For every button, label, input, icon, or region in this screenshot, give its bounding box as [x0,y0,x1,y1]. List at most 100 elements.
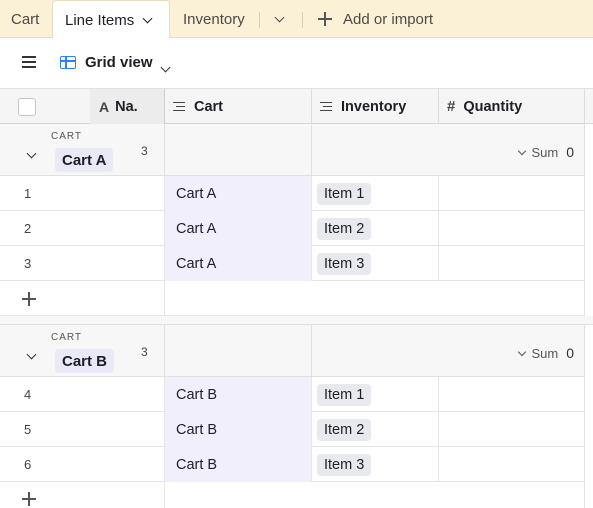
cart-value: Cart B [176,386,218,403]
group-value: Cart A [55,148,114,172]
table-row[interactable]: 1 Cart A Item 1 [0,176,585,211]
group-value: Cart B [55,349,115,373]
select-all-checkbox[interactable] [18,98,36,116]
linked-record-chip[interactable]: Item 2 [317,418,372,441]
name-cell[interactable] [0,176,165,211]
linked-record-chip[interactable]: Item 3 [317,453,372,476]
table-tab-bar: Cart Line Items Inventory Add or import [0,0,593,39]
column-header-inventory[interactable]: Inventory [312,89,439,124]
cart-cell[interactable]: Cart A [165,176,312,211]
column-header-quantity[interactable]: # Quantity [439,89,585,124]
chevron-down-icon[interactable] [26,148,37,159]
chevron-down-icon[interactable] [26,349,37,360]
name-cell[interactable] [0,412,165,447]
chevron-down-icon [518,146,527,155]
quantity-cell[interactable] [439,447,585,482]
cart-cell[interactable]: Cart B [165,412,312,447]
group-field-name: CART [51,332,83,343]
add-or-import-label: Add or import [343,10,434,28]
linked-record-icon [173,101,187,113]
group-summary-label: Sum [531,345,559,361]
linked-record-icon [320,101,334,113]
view-switcher [160,58,171,74]
tab-line-items[interactable]: Line Items [52,0,170,39]
grid-view-icon [60,56,76,69]
inventory-cell[interactable]: Item 1 [312,176,439,211]
cart-value: Cart A [176,255,217,272]
cart-value: Cart A [176,185,217,202]
view-bar: Grid view [0,38,593,89]
tab-divider [259,12,260,28]
tab-divider [302,12,303,28]
name-cell[interactable] [0,246,165,281]
add-record-row[interactable] [0,482,585,508]
quantity-cell[interactable] [439,211,585,246]
column-header-name[interactable]: A Na. [90,89,165,124]
inventory-cell[interactable]: Item 2 [312,211,439,246]
table-row[interactable]: 3 Cart A Item 3 [0,246,585,281]
linked-record-chip[interactable]: Item 1 [317,383,372,406]
linked-record-chip[interactable]: Item 2 [317,217,372,240]
cart-cell[interactable]: Cart B [165,377,312,412]
table-row[interactable]: 6 Cart B Item 3 [0,447,585,482]
name-cell[interactable] [0,447,165,482]
cart-cell[interactable]: Cart A [165,246,312,281]
inventory-cell[interactable]: Item 3 [312,246,439,281]
tab-line-items-label: Line Items [65,11,135,29]
group-record-count: 3 [141,345,148,359]
tab-inventory-label: Inventory [183,10,245,28]
name-cell[interactable] [0,377,165,412]
group-collapse-toggle [26,345,37,361]
quantity-cell[interactable] [439,176,585,211]
cart-value: Cart A [176,220,217,237]
chevron-down-icon[interactable] [274,12,285,22]
tab-cart-label: Cart [11,10,40,28]
select-all-cell [0,89,90,124]
table-row[interactable]: 4 Cart B Item 1 [0,377,585,412]
chevron-down-icon[interactable] [142,13,153,23]
plus-icon [318,12,332,26]
column-header-inventory-label: Inventory [341,98,407,115]
tab-cart[interactable]: Cart [11,0,39,38]
linked-record-chip[interactable]: Item 1 [317,182,372,205]
cart-value: Cart B [176,456,218,473]
table-row[interactable]: 2 Cart A Item 2 [0,211,585,246]
group-header-cart-a[interactable]: CART Cart A 3 Sum 0 [0,124,585,176]
group-spacer [0,316,593,325]
cart-value: Cart B [176,421,218,438]
chevron-down-icon[interactable] [160,62,171,73]
group-summary[interactable]: Sum 0 [518,345,574,361]
tab-inventory[interactable]: Inventory [183,0,245,38]
text-field-icon: A [99,98,110,115]
chevron-down-icon [518,347,527,356]
table-row[interactable]: 5 Cart B Item 2 [0,412,585,447]
group-summary-value: 0 [566,345,574,361]
group-record-count: 3 [141,144,148,158]
inventory-cell[interactable]: Item 2 [312,412,439,447]
quantity-cell[interactable] [439,246,585,281]
add-record-row[interactable] [0,281,585,316]
group-summary-label: Sum [531,144,559,160]
menu-icon[interactable] [22,56,36,68]
grid-header: A Na. Cart Inventory # Quantity [0,89,593,124]
column-header-cart[interactable]: Cart [165,89,312,124]
inventory-cell[interactable]: Item 1 [312,377,439,412]
cart-cell[interactable]: Cart B [165,447,312,482]
tables-dropdown[interactable] [274,0,285,38]
group-collapse-toggle [26,144,37,160]
add-or-import-button[interactable]: Add or import [318,0,433,38]
group-summary[interactable]: Sum 0 [518,144,574,160]
group-field-name: CART [51,131,83,142]
linked-record-chip[interactable]: Item 3 [317,252,372,275]
group-header-cart-b[interactable]: CART Cart B 3 Sum 0 [0,325,585,377]
view-name[interactable]: Grid view [85,54,153,71]
quantity-cell[interactable] [439,412,585,447]
name-cell[interactable] [0,211,165,246]
cart-cell[interactable]: Cart A [165,211,312,246]
plus-icon[interactable] [22,292,36,306]
plus-icon[interactable] [22,492,36,506]
column-header-quantity-label: Quantity [463,98,523,115]
number-field-icon: # [447,98,456,115]
quantity-cell[interactable] [439,377,585,412]
inventory-cell[interactable]: Item 3 [312,447,439,482]
